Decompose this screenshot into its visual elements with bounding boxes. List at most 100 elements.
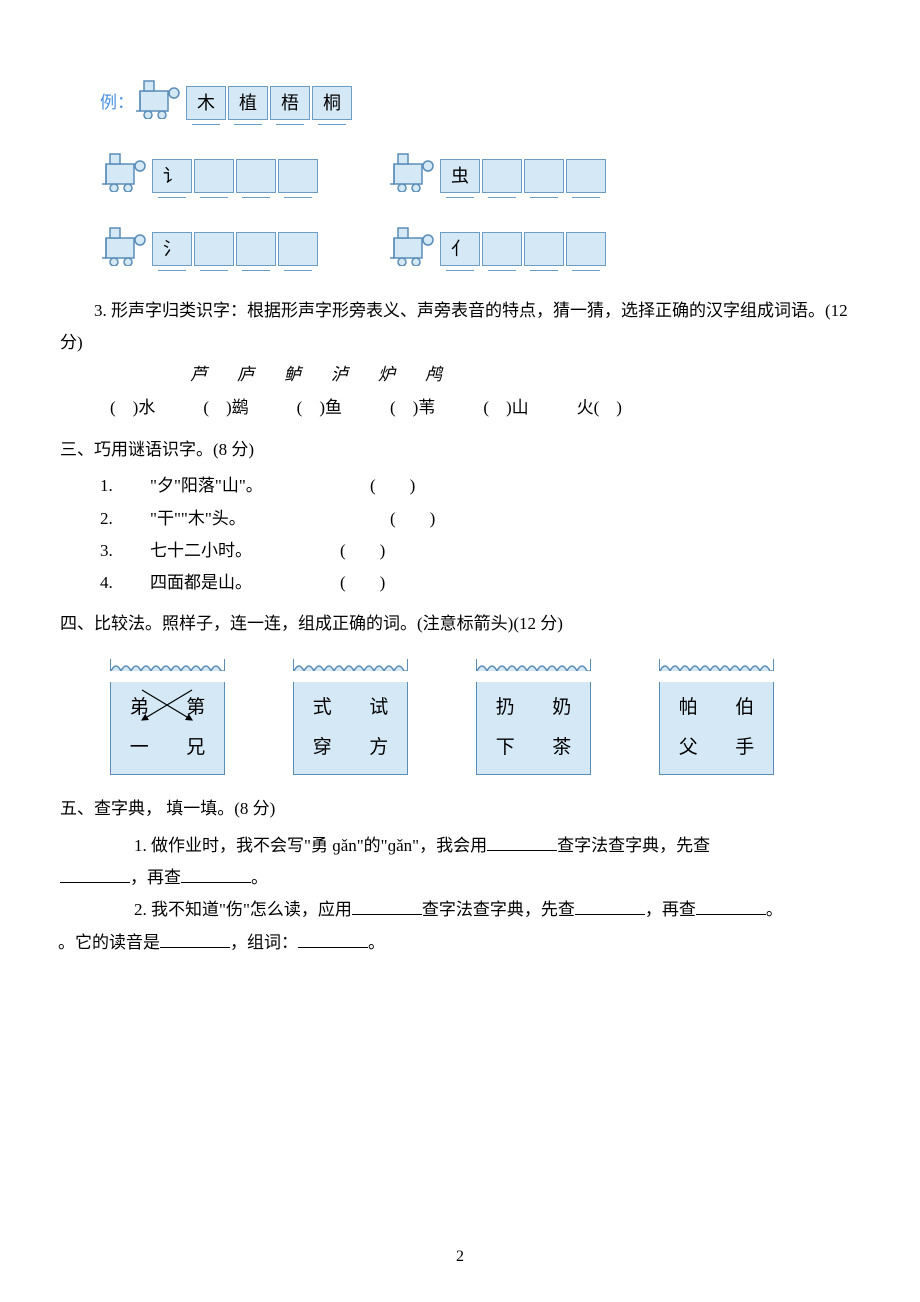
char: 式 bbox=[313, 690, 332, 726]
example-train-row: 例： 木 植 梧 桐 bbox=[100, 75, 860, 130]
train-group-left: 氵 bbox=[100, 222, 318, 277]
blank[interactable] bbox=[352, 898, 422, 915]
riddle-text: "夕"阳落"山"。 bbox=[150, 470, 370, 502]
tearoff-box[interactable]: 扔 奶 下 茶 bbox=[476, 650, 591, 775]
train-car: 梧 bbox=[270, 86, 310, 120]
riddle-text: "干""木"头。 bbox=[150, 503, 370, 535]
train-car-radical: 亻 bbox=[440, 232, 480, 266]
train-engine-icon bbox=[100, 222, 150, 277]
char: 茶 bbox=[552, 730, 571, 766]
train-car-blank[interactable] bbox=[566, 232, 606, 266]
tearoff-edge-icon bbox=[110, 659, 225, 671]
text: 。 bbox=[368, 933, 385, 952]
text: ，组词： bbox=[230, 933, 298, 952]
train-car-blank[interactable] bbox=[524, 232, 564, 266]
tearoff-box[interactable]: 式 试 穿 方 bbox=[293, 650, 408, 775]
text: ，再查 bbox=[645, 900, 696, 919]
fill-blank[interactable]: 火( ) bbox=[577, 392, 622, 424]
train-car: 桐 bbox=[312, 86, 352, 120]
char: 试 bbox=[369, 690, 388, 726]
q3-text: 3. 形声字归类识字：根据形声字形旁表义、声旁表音的特点，猜一猜，选择正确的汉字… bbox=[60, 295, 860, 360]
train-group-right: 虫 bbox=[388, 148, 606, 203]
text: 查字法查字典，先查 bbox=[422, 900, 575, 919]
fill-blank[interactable]: ( )水 bbox=[110, 392, 155, 424]
train-car-radical: 讠 bbox=[152, 159, 192, 193]
section-5-head: 五、查字典， 填一填。(8 分) bbox=[60, 793, 860, 825]
riddle-text: 七十二小时。 bbox=[150, 535, 340, 567]
fill-blank[interactable]: ( )苇 bbox=[390, 392, 435, 424]
train-engine-icon bbox=[388, 148, 438, 203]
fill-blank[interactable]: ( )鱼 bbox=[297, 392, 342, 424]
riddle-paren[interactable]: ( ) bbox=[340, 567, 385, 599]
riddle-text: 四面都是山。 bbox=[150, 567, 340, 599]
train-engine-icon bbox=[134, 75, 184, 130]
train-car-blank[interactable] bbox=[482, 159, 522, 193]
riddle-paren[interactable]: ( ) bbox=[390, 503, 435, 535]
q3-options: 芦庐鲈泸炉鸬 bbox=[190, 359, 860, 391]
blank[interactable] bbox=[60, 866, 130, 883]
train-car-blank[interactable] bbox=[566, 159, 606, 193]
s5-q1-cont: ，再查。 bbox=[60, 862, 860, 894]
riddle-row: 2. "干""木"头。 ( ) bbox=[100, 503, 860, 535]
riddle-row: 4. 四面都是山。 ( ) bbox=[100, 567, 860, 599]
s5-q2-cont: 。它的读音是 ，组词： 。 bbox=[60, 927, 860, 959]
char: 一 bbox=[130, 730, 149, 766]
blank[interactable] bbox=[181, 866, 251, 883]
tearoff-edge-icon bbox=[476, 659, 591, 671]
char: 帕 bbox=[679, 690, 698, 726]
char: 手 bbox=[735, 730, 754, 766]
riddle-row: 3. 七十二小时。 ( ) bbox=[100, 535, 860, 567]
char: 伯 bbox=[735, 690, 754, 726]
tearoff-box[interactable]: 弟第 一兄 bbox=[110, 650, 225, 775]
train-group-left: 讠 bbox=[100, 148, 318, 203]
train-row-1: 讠 虫 bbox=[100, 148, 860, 203]
tearoff-box[interactable]: 帕 伯 父 手 bbox=[659, 650, 774, 775]
s5-q2: 2. 我不知道"伤"怎么读，应用查字法查字典，先查，再查。 bbox=[100, 894, 860, 926]
train-car-blank[interactable] bbox=[236, 159, 276, 193]
char: 第 bbox=[186, 690, 205, 726]
char: 奶 bbox=[552, 690, 571, 726]
text: 。它的读音是 bbox=[58, 933, 160, 952]
riddle-paren[interactable]: ( ) bbox=[370, 470, 415, 502]
blank[interactable] bbox=[696, 898, 766, 915]
train-car-blank[interactable] bbox=[278, 159, 318, 193]
char: 下 bbox=[496, 730, 515, 766]
blank[interactable] bbox=[298, 931, 368, 948]
text: 1. 做作业时，我不会写"勇 ɡǎn"的"ɡǎn"，我会用 bbox=[134, 836, 487, 855]
text: 。 bbox=[251, 868, 268, 887]
q3-fills: ( )水 ( )鹚 ( )鱼 ( )苇 ( )山 火( ) bbox=[110, 392, 860, 424]
char: 方 bbox=[369, 730, 388, 766]
s5-q1: 1. 做作业时，我不会写"勇 ɡǎn"的"ɡǎn"，我会用 查字法查字典，先查 bbox=[100, 830, 860, 862]
train-car-blank[interactable] bbox=[194, 159, 234, 193]
train-row-2: 氵 亻 bbox=[100, 222, 860, 277]
riddle-num: 3. bbox=[100, 535, 150, 567]
train-car-blank[interactable] bbox=[278, 232, 318, 266]
riddle-num: 2. bbox=[100, 503, 150, 535]
riddle-row: 1. "夕"阳落"山"。 ( ) bbox=[100, 470, 860, 502]
train-car: 植 bbox=[228, 86, 268, 120]
train-car-blank[interactable] bbox=[194, 232, 234, 266]
train-car-radical: 虫 bbox=[440, 159, 480, 193]
riddle-num: 1. bbox=[100, 470, 150, 502]
text: 2. 我不知道"伤"怎么读，应用 bbox=[134, 900, 352, 919]
section-3-head: 三、巧用谜语识字。(8 分) bbox=[60, 434, 860, 466]
train-car-blank[interactable] bbox=[482, 232, 522, 266]
fill-blank[interactable]: ( )鹚 bbox=[203, 392, 248, 424]
riddle-paren[interactable]: ( ) bbox=[340, 535, 385, 567]
blank[interactable] bbox=[160, 931, 230, 948]
char: 父 bbox=[679, 730, 698, 766]
train-engine-icon bbox=[388, 222, 438, 277]
riddle-num: 4. bbox=[100, 567, 150, 599]
train-car-blank[interactable] bbox=[524, 159, 564, 193]
example-label: 例： bbox=[100, 87, 134, 119]
blank[interactable] bbox=[575, 898, 645, 915]
char: 穿 bbox=[313, 730, 332, 766]
char: 扔 bbox=[496, 690, 515, 726]
train-car-blank[interactable] bbox=[236, 232, 276, 266]
section-4-head: 四、比较法。照样子，连一连，组成正确的词。(注意标箭头)(12 分) bbox=[60, 608, 860, 640]
blank[interactable] bbox=[487, 834, 557, 851]
train-car: 木 bbox=[186, 86, 226, 120]
page-number: 2 bbox=[0, 1242, 920, 1272]
text: 查字法查字典，先查 bbox=[557, 836, 710, 855]
fill-blank[interactable]: ( )山 bbox=[483, 392, 528, 424]
